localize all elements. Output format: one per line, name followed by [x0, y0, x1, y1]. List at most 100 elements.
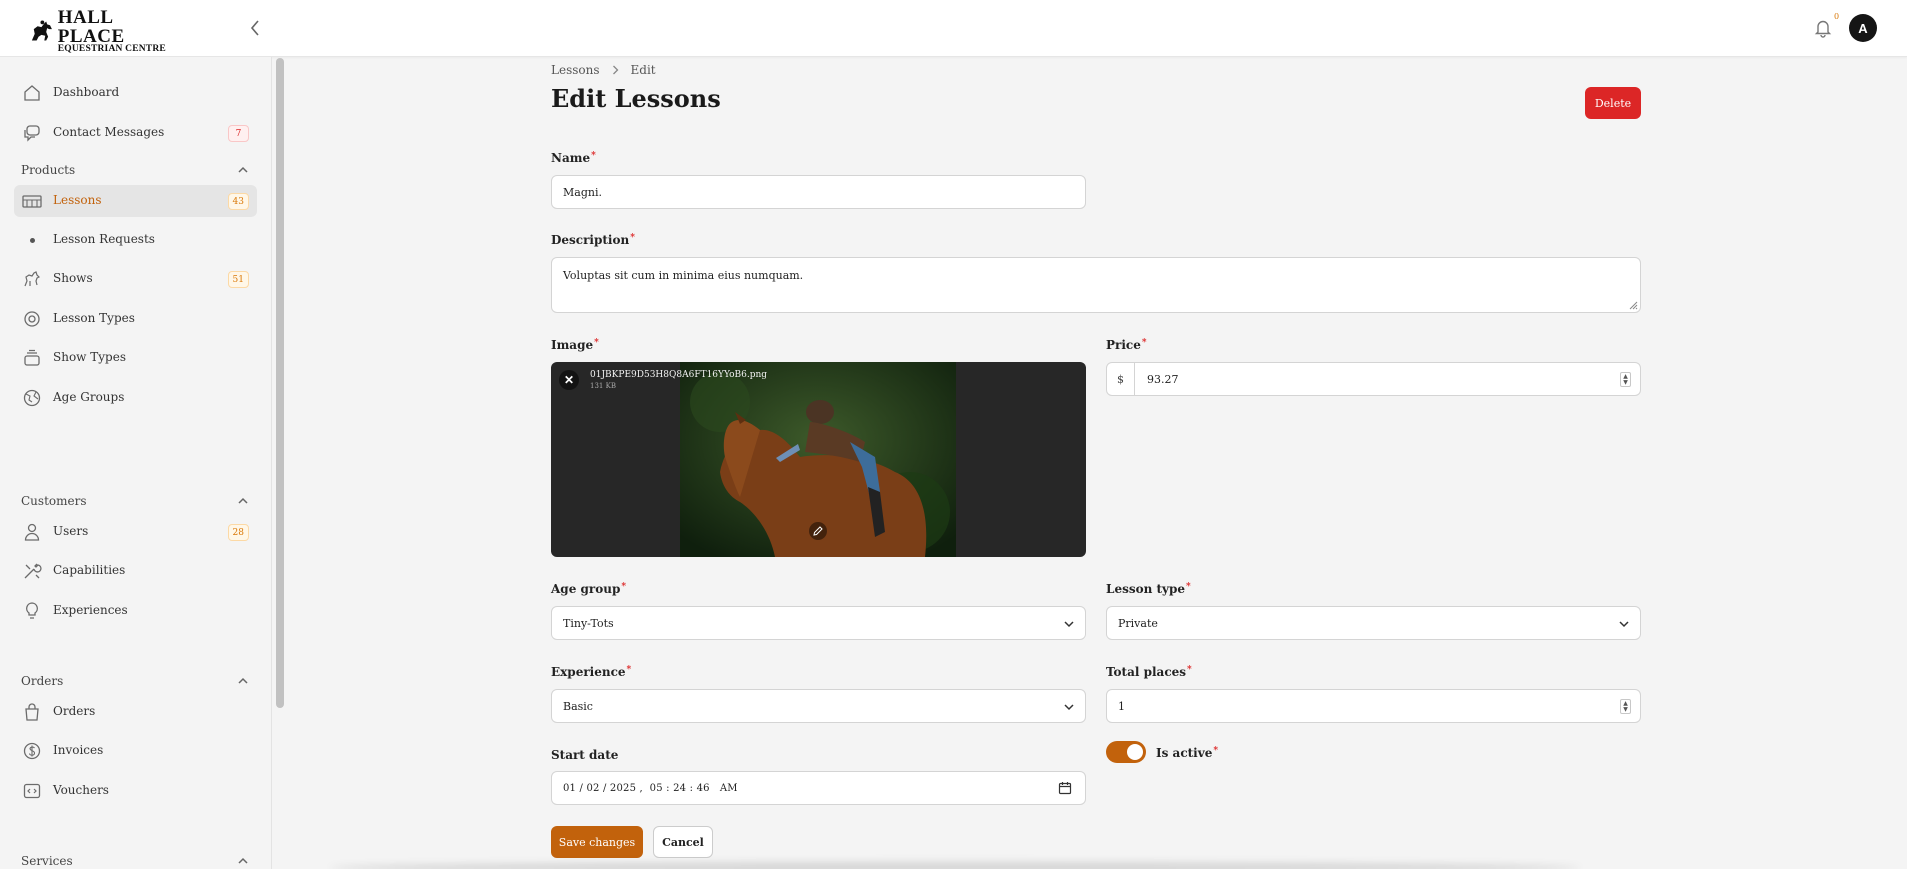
sidebar-item-show-types[interactable]: Show Types — [14, 342, 257, 374]
user-icon — [24, 523, 40, 541]
sidebar-item-age-groups[interactable]: Age Groups — [14, 382, 257, 414]
sidebar-item-label: Show Types — [53, 350, 126, 364]
sidebar-scrollbar[interactable] — [276, 58, 284, 708]
breadcrumb-lessons-link[interactable]: Lessons — [551, 63, 600, 77]
start-date-label: Start date — [551, 748, 619, 762]
badge-icon — [24, 311, 40, 327]
horse-fence-icon — [22, 195, 42, 208]
stack-icon — [24, 349, 40, 366]
sidebar-item-label: Vouchers — [53, 783, 109, 797]
start-date-field[interactable]: 01 / 02 / 2025 , 05 : 24 : 46 AM — [551, 771, 1086, 805]
toggle-knob — [1127, 744, 1143, 760]
edit-image-button[interactable] — [809, 522, 827, 540]
sidebar-item-lesson-requests[interactable]: Lesson Requests — [14, 224, 257, 256]
horse-icon — [24, 271, 41, 287]
name-field[interactable]: Magni. — [551, 175, 1086, 209]
brand-subtitle: EQUESTRIAN CENTRE — [57, 43, 166, 54]
chevron-right-icon — [612, 65, 619, 75]
home-icon — [24, 85, 40, 101]
dollar-icon — [23, 742, 41, 760]
delete-button[interactable]: Delete — [1585, 87, 1641, 119]
experience-select[interactable]: Basic — [551, 689, 1086, 723]
lesson-type-select[interactable]: Private — [1106, 606, 1641, 640]
image-label: Image* — [551, 338, 599, 352]
contact-messages-count-badge: 7 — [228, 125, 249, 142]
brand-logo[interactable]: HALL PLACE EQUESTRIAN CENTRE — [29, 8, 179, 53]
notifications-count: 0 — [1834, 12, 1840, 21]
cancel-button[interactable]: Cancel — [653, 826, 713, 858]
description-label: Description* — [551, 233, 635, 247]
sidebar-item-shows[interactable]: Shows 51 — [14, 263, 257, 295]
resize-handle-icon[interactable] — [1629, 301, 1638, 310]
calendar-icon[interactable] — [1058, 781, 1072, 795]
age-group-select[interactable]: Tiny-Tots — [551, 606, 1086, 640]
experience-value: Basic — [563, 699, 593, 713]
sidebar-item-label: Lesson Requests — [53, 232, 155, 246]
sidebar-item-label: Lesson Types — [53, 311, 135, 325]
sidebar-item-lesson-types[interactable]: Lesson Types — [14, 303, 257, 335]
sidebar-group-orders[interactable]: Orders — [21, 671, 249, 691]
total-places-stepper[interactable]: ▲ ▼ — [1620, 699, 1631, 714]
name-value: Magni. — [563, 185, 602, 199]
tools-icon — [24, 563, 42, 579]
image-upload[interactable]: ✕ 01JBKPE9D53H8Q8A6FT16YYoB6.png 131 KB — [551, 362, 1086, 557]
user-avatar[interactable]: A — [1849, 14, 1877, 42]
lesson-type-value: Private — [1118, 616, 1158, 630]
sidebar-group-products[interactable]: Products — [21, 160, 249, 180]
sidebar-item-experiences[interactable]: Experiences — [14, 595, 257, 627]
is-active-label: Is active* — [1156, 746, 1219, 760]
breadcrumb-current: Edit — [630, 63, 656, 77]
globe-icon — [23, 389, 41, 407]
description-value: Voluptas sit cum in minima eius numquam. — [563, 269, 804, 282]
price-stepper[interactable]: ▲ ▼ — [1620, 372, 1631, 387]
sidebar-item-invoices[interactable]: Invoices — [14, 735, 257, 767]
sidebar-item-label: Shows — [53, 271, 93, 285]
chevron-up-icon — [238, 166, 248, 173]
experience-label: Experience* — [551, 665, 632, 679]
bag-icon — [25, 703, 39, 721]
sidebar-item-label: Contact Messages — [53, 125, 165, 139]
sidebar-item-orders[interactable]: Orders — [14, 696, 257, 728]
sidebar-group-label: Products — [21, 163, 76, 177]
pencil-icon — [813, 526, 823, 536]
sidebar-item-users[interactable]: Users 28 — [14, 516, 257, 548]
is-active-toggle[interactable] — [1106, 741, 1146, 763]
sidebar-item-label: Capabilities — [53, 563, 126, 577]
remove-image-button[interactable]: ✕ — [559, 370, 579, 390]
chevron-down-icon — [1064, 704, 1074, 711]
collapse-sidebar-button[interactable] — [246, 18, 264, 38]
total-places-value: 1 — [1118, 699, 1125, 713]
code-icon — [23, 783, 41, 799]
name-label: Name* — [551, 151, 596, 165]
chevron-up-icon — [238, 497, 248, 504]
sidebar-group-label: Services — [21, 854, 73, 868]
shows-count-badge: 51 — [227, 271, 249, 288]
sidebar-group-services[interactable]: Services — [21, 851, 249, 869]
price-field[interactable]: $ 93.27 ▲ ▼ — [1106, 362, 1641, 396]
sidebar-group-label: Customers — [21, 494, 87, 508]
price-value: 93.27 — [1147, 372, 1179, 386]
description-textarea[interactable]: Voluptas sit cum in minima eius numquam. — [551, 257, 1641, 313]
sidebar-item-vouchers[interactable]: Vouchers — [14, 775, 257, 807]
bell-icon — [1814, 20, 1832, 38]
currency-prefix: $ — [1107, 363, 1135, 395]
page-title: Edit Lessons — [551, 84, 721, 113]
sidebar-item-contact-messages[interactable]: Contact Messages 7 — [14, 117, 257, 149]
sidebar: Dashboard Contact Messages 7 Products Le… — [0, 57, 272, 869]
sidebar-item-label: Age Groups — [53, 390, 125, 404]
sidebar-item-capabilities[interactable]: Capabilities — [14, 555, 257, 587]
sidebar-item-dashboard[interactable]: Dashboard — [14, 77, 257, 109]
sidebar-item-label: Invoices — [53, 743, 104, 757]
top-bar: HALL PLACE EQUESTRIAN CENTRE 0 A — [0, 0, 1907, 57]
sidebar-group-customers[interactable]: Customers — [21, 491, 249, 511]
chevron-down-icon — [1064, 621, 1074, 628]
brand-name: HALL PLACE — [57, 6, 125, 47]
notifications-button[interactable] — [1812, 17, 1834, 39]
save-changes-button[interactable]: Save changes — [551, 826, 643, 858]
sidebar-item-lessons[interactable]: Lessons 43 — [14, 185, 257, 217]
sidebar-item-label: Experiences — [53, 603, 128, 617]
breadcrumb: Lessons Edit — [551, 63, 656, 77]
lesson-type-label: Lesson type* — [1106, 582, 1191, 596]
sidebar-item-label: Users — [53, 524, 89, 538]
total-places-field[interactable]: 1 ▲ ▼ — [1106, 689, 1641, 723]
